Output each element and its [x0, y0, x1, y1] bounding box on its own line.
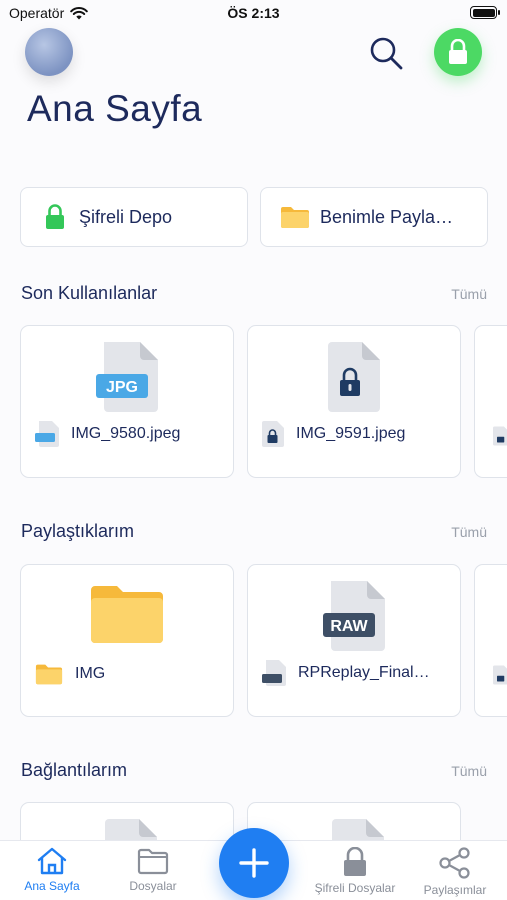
file-card[interactable]: IMG_9591.jpeg: [247, 325, 461, 478]
tab-files[interactable]: Dosyalar: [103, 847, 203, 893]
file-name: RPReplay_Final…: [298, 664, 430, 681]
folder-icon: [35, 664, 63, 685]
folder-icon: [137, 848, 169, 875]
tab-home[interactable]: Ana Sayfa: [2, 847, 102, 893]
file-card[interactable]: [474, 564, 507, 717]
file-card[interactable]: JPG IMG_9580.jpeg: [20, 325, 234, 478]
plus-icon: [239, 848, 269, 878]
encrypted-vault-card[interactable]: Şifreli Depo: [20, 187, 248, 247]
lock-icon: [449, 39, 467, 64]
shared-section-title: Paylaştıklarım: [21, 521, 135, 541]
tab-encrypted-files[interactable]: Şifreli Dosyalar: [305, 847, 405, 895]
page-title: Ana Sayfa: [27, 88, 203, 129]
locked-file-icon: [262, 421, 284, 447]
locked-file-icon: [328, 342, 380, 412]
locked-file-icon: [493, 665, 507, 685]
shared-with-me-card[interactable]: Benimle Payla…: [260, 187, 488, 247]
tab-shares[interactable]: Paylaşımlar: [405, 847, 505, 897]
home-icon: [37, 847, 67, 875]
lock-button[interactable]: [434, 28, 482, 76]
status-time: ÖS 2:13: [227, 5, 280, 21]
links-section-title: Bağlantılarım: [21, 760, 128, 780]
avatar[interactable]: [25, 28, 73, 76]
share-icon: [439, 847, 470, 879]
tab-encrypted-files-label: Şifreli Dosyalar: [314, 881, 396, 895]
add-button[interactable]: [219, 828, 289, 898]
jpg-file-icon: JPG: [96, 342, 158, 412]
file-name: IMG_9591.jpeg: [296, 425, 406, 442]
battery-icon: [470, 6, 500, 19]
tab-files-label: Dosyalar: [129, 879, 177, 893]
file-card[interactable]: IMG: [20, 564, 234, 717]
lock-icon: [46, 204, 64, 229]
search-button[interactable]: [366, 33, 406, 73]
folder-icon: [91, 586, 163, 643]
recent-see-all-link[interactable]: Tümü: [451, 286, 487, 302]
file-card[interactable]: [474, 325, 507, 478]
lock-icon: [344, 847, 366, 876]
raw-badge: RAW: [330, 618, 368, 635]
file-name: IMG_9580.jpeg: [71, 425, 181, 442]
file-card[interactable]: RAW RPReplay_Final…: [247, 564, 461, 717]
recent-section-title: Son Kullanılanlar: [21, 283, 158, 303]
shared-see-all-link[interactable]: Tümü: [451, 524, 487, 540]
search-icon: [370, 37, 403, 70]
links-see-all-link[interactable]: Tümü: [451, 763, 487, 779]
jpg-badge: JPG: [106, 379, 138, 396]
raw-file-icon: RAW: [323, 581, 385, 651]
jpg-file-icon: [35, 421, 59, 447]
status-bar: Operatör ÖS 2:13: [0, 0, 507, 28]
folder-icon: [281, 207, 309, 228]
encrypted-vault-label: Şifreli Depo: [79, 206, 173, 227]
raw-file-icon: [262, 660, 286, 686]
locked-file-icon: [493, 426, 507, 446]
tab-home-label: Ana Sayfa: [24, 879, 80, 893]
file-name: IMG: [75, 665, 106, 682]
tab-shares-label: Paylaşımlar: [423, 883, 487, 897]
shared-with-me-label: Benimle Payla…: [320, 206, 454, 227]
